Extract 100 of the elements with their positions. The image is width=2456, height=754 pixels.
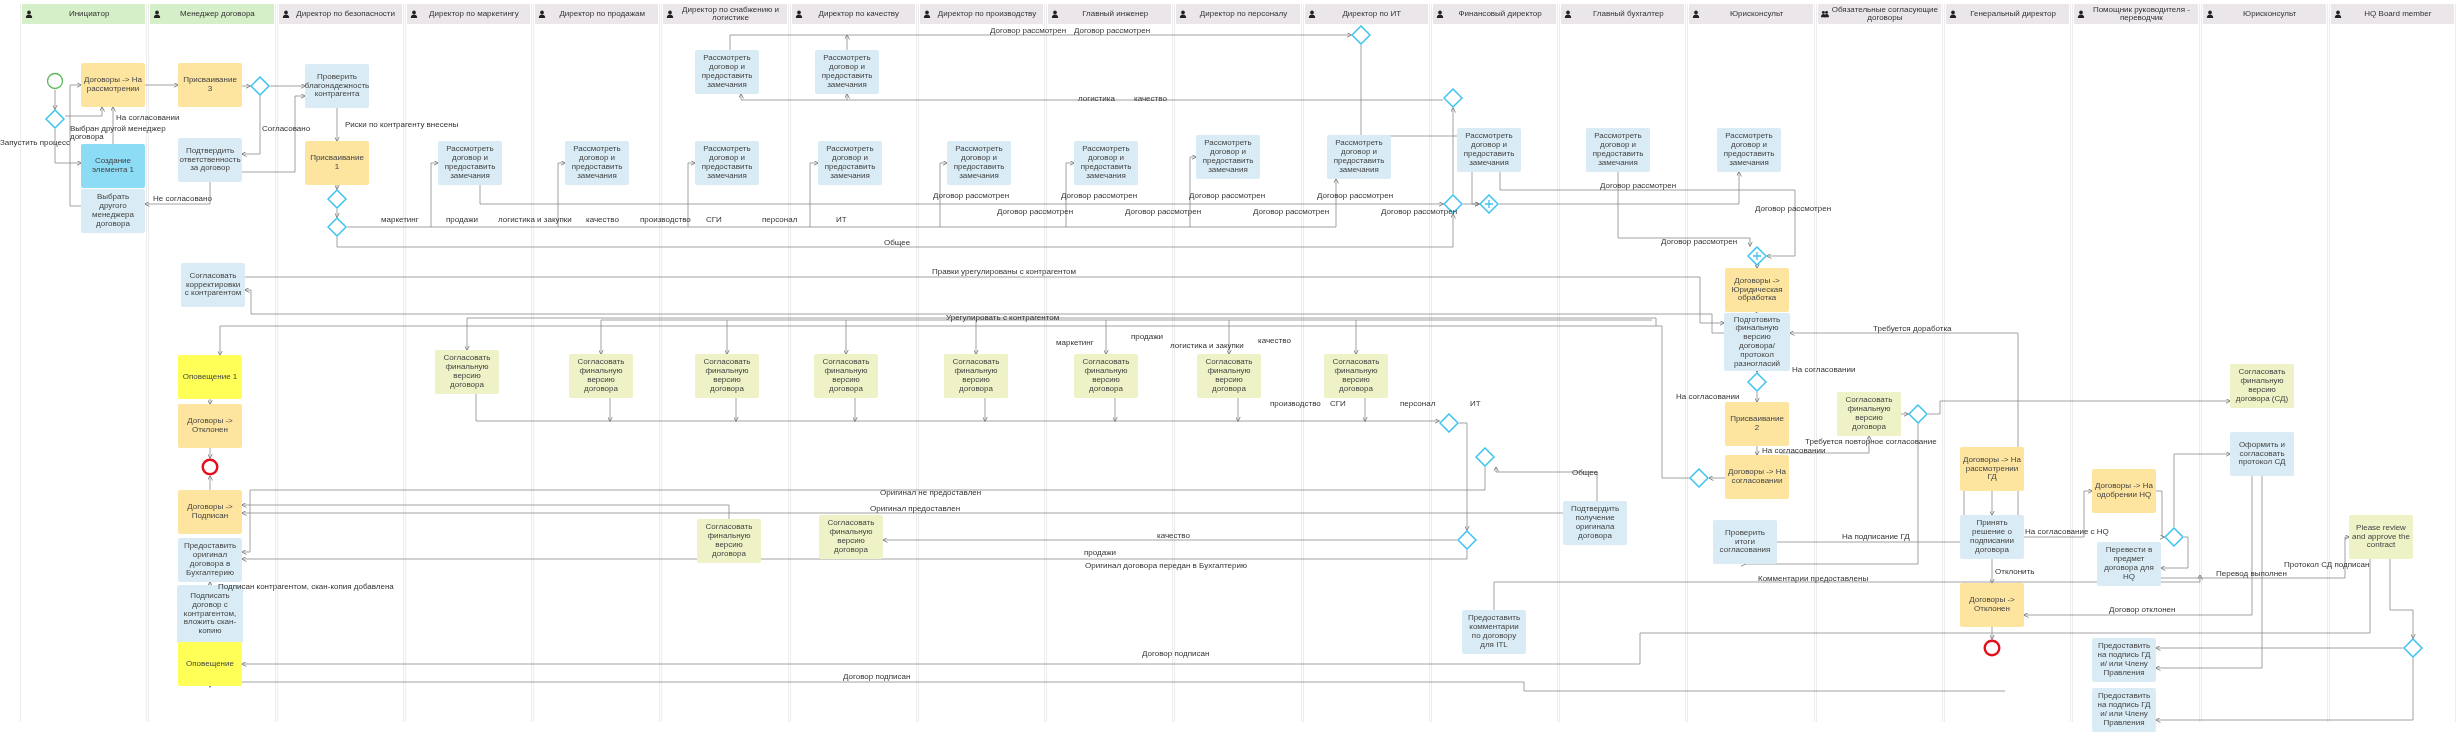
flow-label: качество <box>1157 532 1190 540</box>
task-step: Согласовать финальную версию договора <box>1837 392 1901 436</box>
flow-label: Договор рассмотрен <box>1661 238 1738 246</box>
flow-label: маркетинг <box>1056 339 1094 347</box>
task-step: Рассмотреть договор и предоставить замечания <box>1717 128 1781 172</box>
flow-label: Договор рассмотрен <box>1600 182 1677 190</box>
task-step: Проверить итоги согласования <box>1713 520 1777 564</box>
task-step: Рассмотреть договор и предоставить замечания <box>815 50 879 94</box>
lane-header: Директор по маркетингу <box>406 4 531 24</box>
task-step: Согласовать финальную версию договора <box>1197 354 1261 398</box>
person-icon <box>153 10 162 18</box>
status-step: Договоры -> На рассмотрении <box>81 63 145 107</box>
person-icon <box>1179 10 1188 18</box>
flow-label: логистика <box>1078 95 1115 103</box>
flow-label: продажи <box>1084 549 1116 557</box>
task-step: Рассмотреть договор и предоставить замечания <box>1457 128 1521 172</box>
flow-label: Запустить процесс <box>0 139 70 147</box>
lane-header: Директор по продажам <box>535 4 659 24</box>
flow-label: логистика и закупки <box>1170 342 1244 350</box>
flow-label: Общее <box>1572 469 1599 477</box>
gateway <box>1689 468 1709 488</box>
flow-label: Требуется доработка <box>1873 325 1952 333</box>
task-step: Рассмотреть договор и предоставить замечания <box>947 141 1011 185</box>
flow-label: Договор рассмотрен <box>1061 192 1138 200</box>
person-icon <box>1564 10 1573 18</box>
flow-label: Выбран другой менеджер договора <box>70 125 166 141</box>
person-icon <box>1692 10 1701 18</box>
flow-label: На согласовании <box>1792 366 1856 374</box>
flow-label: Урегулировать с контрагентом <box>946 314 1060 322</box>
flow-label: Договор рассмотрен <box>1317 192 1394 200</box>
gateway <box>2403 638 2423 658</box>
flow-label: Договор подписан <box>1142 650 1210 658</box>
gateway <box>45 109 65 129</box>
task-step: Согласовать финальную версию договора <box>1324 354 1388 398</box>
person-icon <box>794 10 803 18</box>
gateway <box>250 76 270 96</box>
status-step: Договоры -> Юридическая обработка <box>1725 268 1789 312</box>
flow-label: На согласовании <box>1676 393 1740 401</box>
task-step: Подтвердить получение оригинала договора <box>1563 501 1627 545</box>
status-step: Договоры -> Подписан <box>178 490 242 534</box>
flow-label: На согласование с HQ <box>2025 528 2109 536</box>
task-step: Перевести в предмет договора для HQ <box>2097 542 2161 586</box>
person-icon <box>1307 10 1316 18</box>
lane-header: HQ Board member <box>2330 4 2455 24</box>
flow-label: качество <box>1134 95 1167 103</box>
task-step: Согласовать финальную версию договора (СД) <box>2230 364 2294 408</box>
lane-header: Директор по качеству <box>791 4 915 24</box>
person-icon <box>281 10 290 18</box>
lane-header: Директор по производству <box>919 4 1044 24</box>
flow-label: Согласовано <box>262 125 311 133</box>
task-step: Рассмотреть договор и предоставить замечания <box>565 141 629 185</box>
lane-header: Директор по ИТ <box>1304 4 1428 24</box>
flow-label: Отклонить <box>1995 568 2035 576</box>
status-step: Договоры -> На одобрении HQ <box>2092 469 2156 513</box>
gateway <box>327 217 347 237</box>
gateway <box>1908 404 1928 424</box>
task-step: Предоставить комментарии по договору для ITL <box>1462 610 1526 654</box>
flow-label: Оригинал не предоставлен <box>880 489 982 497</box>
flow-label: продажи <box>1131 333 1163 341</box>
task-step: Предоставить на подпись ГД и/ или Члену Правления <box>2092 688 2156 732</box>
parallel-gateway <box>1479 194 1499 214</box>
start-event <box>46 72 64 90</box>
lane-header: Главный бухгалтер <box>1561 4 1685 24</box>
flow-label: производство <box>1270 400 1321 408</box>
task-step: Please review and approve the contract <box>2349 515 2413 559</box>
gateway <box>1475 447 1495 467</box>
person-icon <box>922 10 931 18</box>
person-icon <box>1949 10 1957 18</box>
flow-label: логистика и закупки <box>498 216 572 224</box>
lane-header: Инициатор <box>22 4 146 24</box>
flow-label: На согласовании <box>1762 447 1826 455</box>
task-step: Рассмотреть договор и предоставить замечания <box>695 141 759 185</box>
flow-label: Договор рассмотрен <box>1381 208 1458 216</box>
flow-label: Подписан контрагентом, скан-копия добавлена <box>218 583 394 591</box>
task-step: Принять решение о подписании договора <box>1960 515 2024 559</box>
task-step: Выбрать другого менеджера договора <box>81 189 145 233</box>
end-event <box>1983 639 2001 657</box>
lane-header: Обязательные согласующие договоры <box>1817 4 1941 24</box>
flow-label: ИТ <box>1470 400 1481 408</box>
task-step: Подтвердить ответственность за договор <box>178 138 242 182</box>
people-icon <box>1820 10 1829 18</box>
flow-label: Договор рассмотрен <box>997 208 1074 216</box>
flow-label: качество <box>1258 337 1291 345</box>
flow-label: Перевод выполнен <box>2216 570 2287 578</box>
flow-label: продажи <box>446 216 478 224</box>
flow-label: Договор рассмотрен <box>1125 208 1202 216</box>
flow-label: персонал <box>1400 400 1436 408</box>
task-step: Согласовать финальную версию договора <box>819 515 883 559</box>
notification-step: Оповещение 1 <box>178 355 242 399</box>
task-step: Создание элемента 1 <box>81 144 145 188</box>
task-step: Согласовать финальную версию договора <box>814 354 878 398</box>
flow-label: Протокол СД подписан <box>2284 561 2370 569</box>
flow-label: Риски по контрагенту внесены <box>345 121 459 129</box>
status-step: Договоры -> Отклонен <box>1960 583 2024 627</box>
status-step: Договоры -> На согласовании <box>1725 455 1789 499</box>
task-step: Предоставить оригинал договора в Бухгалтерию <box>178 538 242 582</box>
task-step: Согласовать финальную версию договора <box>944 354 1008 398</box>
end-event <box>201 458 219 476</box>
person-icon <box>538 10 547 18</box>
flow-label: На согласовании <box>116 114 180 122</box>
